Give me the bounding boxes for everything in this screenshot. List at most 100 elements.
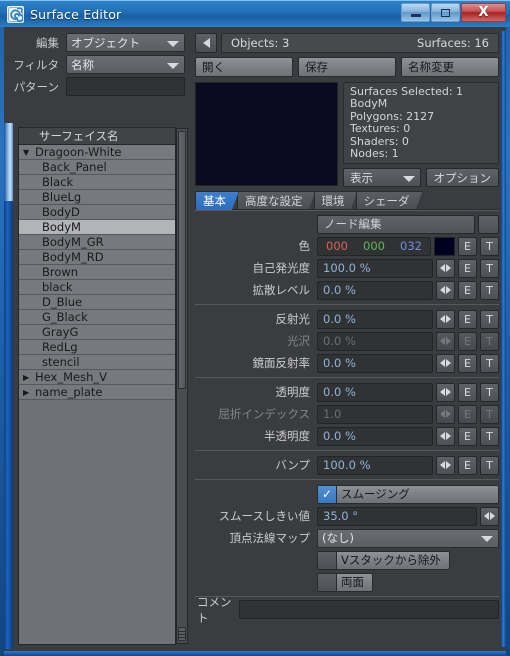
open-button[interactable]: 開く — [195, 57, 293, 77]
maximize-icon[interactable] — [431, 3, 460, 22]
list-item[interactable]: BodyM_GR — [19, 235, 175, 250]
smooth-threshold-input[interactable]: 35.0 ° — [317, 506, 477, 526]
diffuse-texture-button[interactable]: T — [480, 280, 499, 300]
list-item[interactable]: Black — [19, 175, 175, 190]
list-item[interactable]: Brown — [19, 265, 175, 280]
diffuse-drag-button[interactable] — [436, 280, 455, 300]
translucency-drag-button[interactable] — [436, 426, 455, 446]
list-item[interactable]: RedLg — [19, 340, 175, 355]
reflection-label: 鏡面反射率 — [252, 356, 311, 370]
display-dropdown[interactable]: 表示 — [343, 168, 421, 188]
triangle-right-icon[interactable]: ▶ — [23, 373, 31, 382]
tab-advanced[interactable]: 高度な設定 — [237, 191, 316, 210]
translucency-input[interactable]: 0.0 % — [317, 426, 433, 446]
list-item[interactable]: Back_Panel — [19, 160, 175, 175]
title-bar[interactable]: Surface Editor X — [0, 0, 510, 27]
bump-input[interactable]: 100.0 % — [317, 455, 433, 475]
close-icon[interactable]: X — [461, 3, 506, 22]
transparency-input[interactable]: 0.0 % — [317, 382, 433, 402]
list-item[interactable]: GrayG — [19, 325, 175, 340]
options-button[interactable]: オプション — [425, 168, 499, 188]
reflection-input[interactable]: 0.0 % — [317, 353, 433, 373]
list-item[interactable]: black — [19, 280, 175, 295]
comment-input[interactable] — [239, 600, 499, 619]
luminosity-drag-button[interactable] — [436, 258, 455, 278]
specular-drag-button[interactable] — [436, 309, 455, 329]
vertex-normal-map-dropdown[interactable]: (なし) — [317, 528, 499, 548]
node-edit-button[interactable]: ノード編集 — [317, 214, 475, 234]
list-scrollbar[interactable] — [176, 128, 188, 644]
surface-preview[interactable] — [195, 82, 338, 186]
diffuse-input[interactable]: 0.0 % — [317, 280, 433, 300]
info-line: BodyM — [350, 97, 388, 111]
tab-environment[interactable]: 環境 — [314, 191, 358, 210]
pattern-input[interactable] — [66, 77, 185, 96]
list-scrollbar-thumb[interactable] — [178, 131, 186, 389]
color-swatch[interactable] — [434, 236, 455, 256]
tab-shaders[interactable]: シェーダ — [356, 191, 423, 210]
reflection-texture-button[interactable]: T — [480, 353, 499, 373]
comment-row: コメント — [195, 595, 499, 625]
list-item[interactable]: D_Blue — [19, 295, 175, 310]
list-item[interactable]: ▶ Hex_Mesh_V — [19, 370, 175, 385]
glossiness-label: 光沢 — [287, 334, 310, 348]
color-texture-button[interactable]: T — [480, 236, 499, 256]
triangle-right-icon[interactable]: ▶ — [23, 388, 31, 397]
rename-button[interactable]: 名称変更 — [401, 57, 499, 77]
specular-input[interactable]: 0.0 % — [317, 309, 433, 329]
translucency-row: 半透明度 0.0 % E T — [195, 426, 499, 446]
luminosity-envelope-button[interactable]: E — [458, 258, 477, 278]
smoothing-checkbox[interactable]: ✓ スムージング — [317, 484, 499, 504]
transparency-drag-button[interactable] — [436, 382, 455, 402]
color-envelope-button[interactable]: E — [458, 236, 477, 256]
node-toggle-button[interactable] — [478, 214, 499, 234]
list-item-label: Dragoon-White — [35, 145, 122, 159]
reflection-row: 鏡面反射率 0.0 % E T — [195, 353, 499, 373]
list-item[interactable]: G_Black — [19, 310, 175, 325]
color-rgb-field[interactable]: 000 000 032 — [317, 236, 431, 256]
diffuse-envelope-button[interactable]: E — [458, 280, 477, 300]
list-scrollbar-grip[interactable] — [178, 627, 186, 641]
specular-texture-button[interactable]: T — [480, 309, 499, 329]
bump-drag-button[interactable] — [436, 455, 455, 475]
left-resize-strip[interactable] — [4, 123, 13, 649]
luminosity-row: 自己発光度 100.0 % E T — [195, 258, 499, 278]
list-item[interactable]: BodyD — [19, 205, 175, 220]
save-button[interactable]: 保存 — [298, 57, 396, 77]
triangle-down-icon[interactable]: ▼ — [23, 148, 31, 157]
right-scrollbar[interactable] — [501, 31, 506, 647]
double-sided-checkbox[interactable]: 両面 — [317, 572, 373, 592]
checkbox-icon — [318, 573, 337, 591]
luminosity-texture-button[interactable]: T — [480, 258, 499, 278]
back-button[interactable] — [195, 33, 217, 53]
exclude-vstack-label: Vスタックから除外 — [341, 553, 441, 567]
edit-dropdown[interactable]: オブジェクト — [66, 33, 185, 52]
pattern-label: パターン — [13, 79, 59, 94]
smooth-threshold-drag-button[interactable] — [480, 506, 499, 526]
exclude-vstack-checkbox[interactable]: Vスタックから除外 — [317, 550, 450, 570]
tab-basic[interactable]: 基本 — [195, 191, 239, 210]
bump-envelope-button[interactable]: E — [458, 455, 477, 475]
reflection-envelope-button[interactable]: E — [458, 353, 477, 373]
surface-list[interactable]: サーフェイス名 ▼ Dragoon-White Back_Panel Black Blu… — [18, 127, 188, 645]
luminosity-input[interactable]: 100.0 % — [317, 258, 433, 278]
transparency-envelope-button[interactable]: E — [458, 382, 477, 402]
bump-texture-button[interactable]: T — [480, 455, 499, 475]
filter-dropdown[interactable]: 名称 — [66, 55, 185, 74]
list-item[interactable]: BodyM — [19, 220, 175, 235]
vertex-normal-map-value: (なし) — [322, 531, 354, 545]
list-item-label: Black — [42, 175, 74, 189]
specular-envelope-button[interactable]: E — [458, 309, 477, 329]
translucency-envelope-button[interactable]: E — [458, 426, 477, 446]
reflection-drag-button[interactable] — [436, 353, 455, 373]
translucency-texture-button[interactable]: T — [480, 426, 499, 446]
list-item[interactable]: BodyM_RD — [19, 250, 175, 265]
filter-dropdown-value: 名称 — [71, 57, 94, 72]
list-item[interactable]: ▼ Dragoon-White — [19, 145, 175, 160]
minimize-icon[interactable] — [401, 3, 430, 22]
list-item[interactable]: BlueLg — [19, 190, 175, 205]
list-item[interactable]: stencil — [19, 355, 175, 370]
refraction-index-texture-button: T — [480, 404, 499, 424]
list-item[interactable]: ▶ name_plate — [19, 385, 175, 400]
transparency-texture-button[interactable]: T — [480, 382, 499, 402]
